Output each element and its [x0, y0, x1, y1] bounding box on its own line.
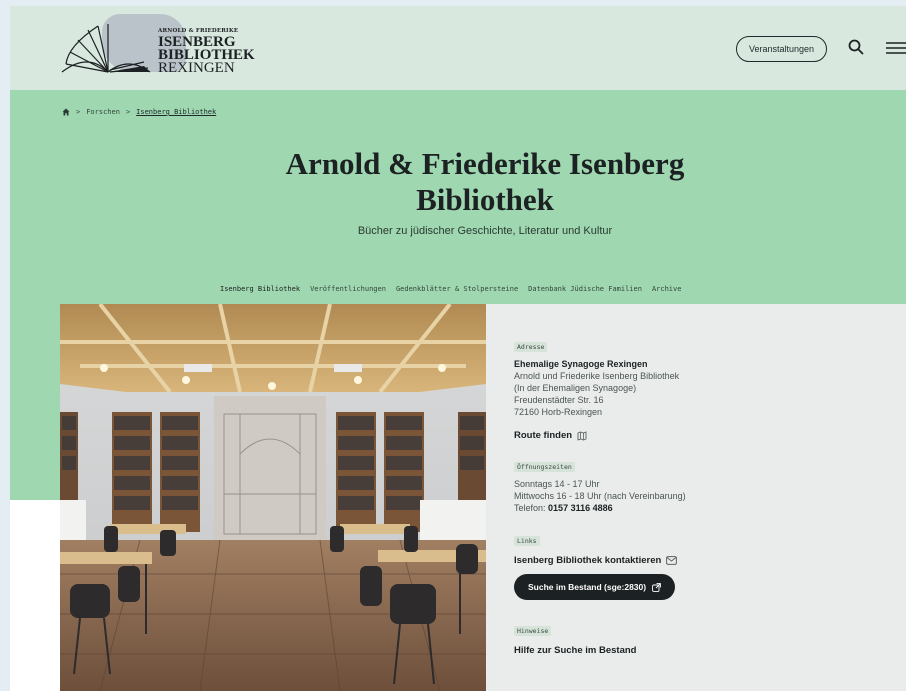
address-line: (In der Ehemaligen Synagoge) — [514, 383, 637, 393]
open-book-icon — [61, 24, 151, 73]
site-logo[interactable]: ARNOLD & FRIEDERIKE ISENBERG BIBLIOTHEK … — [58, 14, 268, 82]
notes-tag: Hinweise — [514, 626, 552, 636]
hours-block: Sonntags 14 - 17 Uhr Mittwochs 16 - 18 U… — [514, 478, 686, 514]
search-collection-label: Suche im Bestand (sge:2830) — [528, 582, 647, 592]
address-line: Freudenstädter Str. 16 — [514, 395, 604, 405]
address-line: 72160 Horb-Rexingen — [514, 407, 603, 417]
route-link[interactable]: Route finden — [514, 430, 587, 441]
address-name: Ehemalige Synagoge Rexingen — [514, 359, 648, 369]
help-label: Hilfe zur Suche im Bestand — [514, 645, 637, 656]
tab-gedenkblaetter[interactable]: Gedenkblätter & Stolpersteine — [396, 285, 518, 293]
library-interior-photo — [60, 304, 486, 691]
external-link-icon — [652, 582, 661, 592]
tab-veroeffentlichungen[interactable]: Veröffentlichungen — [310, 285, 386, 293]
phone-line: Telefon: 0157 3116 4886 — [514, 502, 686, 514]
home-icon[interactable] — [62, 108, 70, 116]
address-block: Ehemalige Synagoge Rexingen Arnold und F… — [514, 358, 679, 418]
search-collection-button[interactable]: Suche im Bestand (sge:2830) — [514, 574, 676, 600]
hours-line: Sonntags 14 - 17 Uhr — [514, 479, 600, 489]
tab-datenbank[interactable]: Datenbank Jüdische Familien — [528, 285, 642, 293]
page-title: Arnold & Friederike Isenberg Bibliothek — [260, 146, 710, 218]
hours-tag: Öffnungszeiten — [514, 462, 575, 472]
page: ARNOLD & FRIEDERIKE ISENBERG BIBLIOTHEK … — [10, 6, 906, 691]
page-title-line-2: Bibliothek — [416, 182, 554, 217]
breadcrumb-item-current[interactable]: Isenberg Bibliothek — [136, 108, 216, 116]
phone-label: Telefon: — [514, 503, 546, 513]
site-header: ARNOLD & FRIEDERIKE ISENBERG BIBLIOTHEK … — [10, 6, 906, 90]
links-tag: Links — [514, 536, 540, 546]
events-button[interactable]: Veranstaltungen — [736, 36, 828, 62]
mail-icon — [666, 556, 678, 565]
page-subtitle: Bücher zu jüdischer Geschichte, Literatu… — [357, 225, 613, 237]
tab-isenberg-bibliothek[interactable]: Isenberg Bibliothek — [220, 285, 300, 293]
menu-icon[interactable] — [886, 42, 906, 54]
section-tabs: Isenberg Bibliothek Veröffentlichungen G… — [220, 285, 681, 293]
address-line: Arnold und Friederike Isenberg Bibliothe… — [514, 371, 680, 381]
logo-line-3: REXINGEN — [158, 60, 235, 76]
breadcrumb-separator: > — [76, 108, 81, 116]
page-title-line-1: Arnold & Friederike Isenberg — [285, 146, 685, 181]
breadcrumb-item-forschen[interactable]: Forschen — [86, 108, 120, 116]
phone-number[interactable]: 0157 3116 4886 — [548, 503, 613, 513]
hours-line: Mittwochs 16 - 18 Uhr (nach Vereinbarung… — [514, 491, 686, 501]
breadcrumb: > Forschen > Isenberg Bibliothek — [62, 108, 216, 116]
info-panel: Adresse Ehemalige Synagoge Rexingen Arno… — [486, 304, 906, 691]
search-icon[interactable] — [848, 39, 864, 55]
tab-archive[interactable]: Archive — [652, 285, 682, 293]
help-link[interactable]: Hilfe zur Suche im Bestand — [514, 645, 636, 656]
map-icon — [577, 430, 587, 441]
contact-label: Isenberg Bibliothek kontaktieren — [514, 555, 662, 566]
route-label: Route finden — [514, 430, 573, 441]
contact-link[interactable]: Isenberg Bibliothek kontaktieren — [514, 555, 678, 566]
breadcrumb-separator: > — [125, 108, 131, 116]
address-tag: Adresse — [514, 342, 548, 352]
